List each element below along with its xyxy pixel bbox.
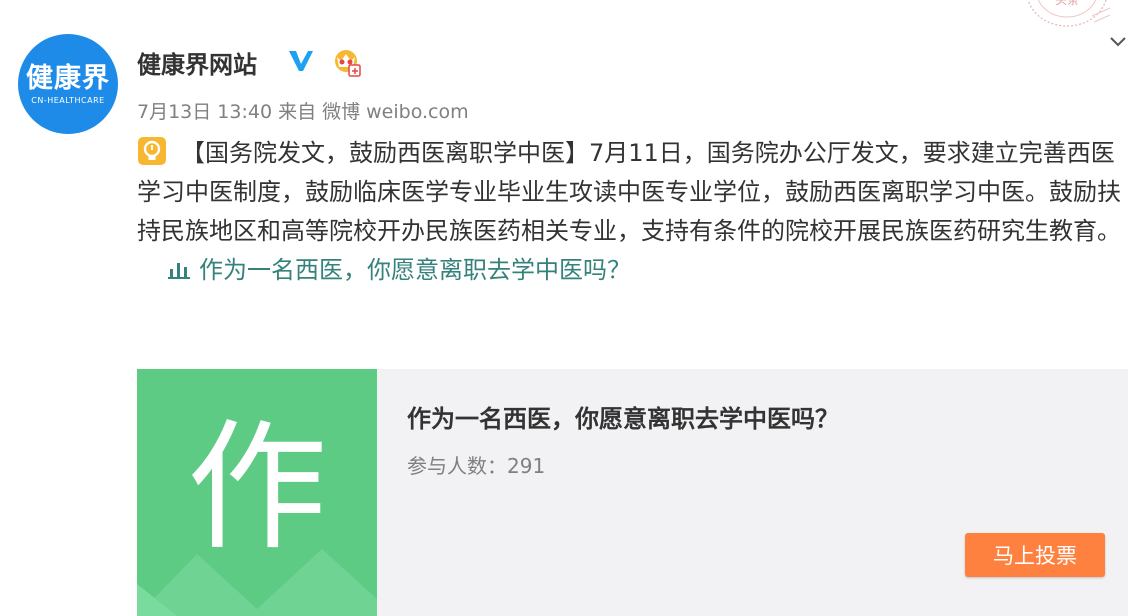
vote-card[interactable]: 作 作为一名西医，你愿意离职去学中医吗？ 参与人数：291 马上投票: [137, 369, 1128, 616]
avatar-logo-text: 健康界: [26, 62, 110, 94]
stamp-text: 头条: [1055, 0, 1079, 7]
vote-link[interactable]: 作为一名西医，你愿意离职去学中医吗？: [167, 256, 631, 284]
post-content: 【国务院发文，鼓励西医离职学中医】7月11日，国务院办公厅发文，要求建立完善西医…: [137, 134, 1128, 290]
crown-icon[interactable]: [330, 47, 362, 77]
poll-icon: [168, 263, 190, 279]
vote-card-thumbnail: 作: [137, 369, 377, 616]
vote-link-label[interactable]: 作为一名西医，你愿意离职去学中医吗？: [199, 256, 631, 284]
vote-participant-count: 参与人数：291: [407, 454, 546, 478]
avatar[interactable]: 健康界 CN-HEALTHCARE: [18, 34, 118, 134]
post-topic: 【国务院发文，鼓励西医离职学中医】: [181, 139, 589, 167]
chevron-down-icon[interactable]: [1108, 34, 1128, 50]
thumbnail-char: 作: [186, 407, 327, 570]
post-time[interactable]: 7月13日 13:40: [137, 101, 272, 123]
post-source[interactable]: 来自 微博 weibo.com: [278, 101, 469, 123]
stamp-watermark: 头条: [1027, 0, 1111, 27]
verified-icon[interactable]: [287, 48, 315, 74]
lightbulb-icon: [138, 137, 166, 165]
vote-card-title[interactable]: 作为一名西医，你愿意离职去学中医吗？: [407, 399, 839, 434]
username[interactable]: 健康界网站: [137, 45, 257, 80]
post-meta: 7月13日 13:40 来自 微博 weibo.com: [137, 97, 475, 124]
avatar-logo-subtext: CN-HEALTHCARE: [31, 95, 105, 105]
vote-now-button[interactable]: 马上投票: [965, 533, 1105, 577]
